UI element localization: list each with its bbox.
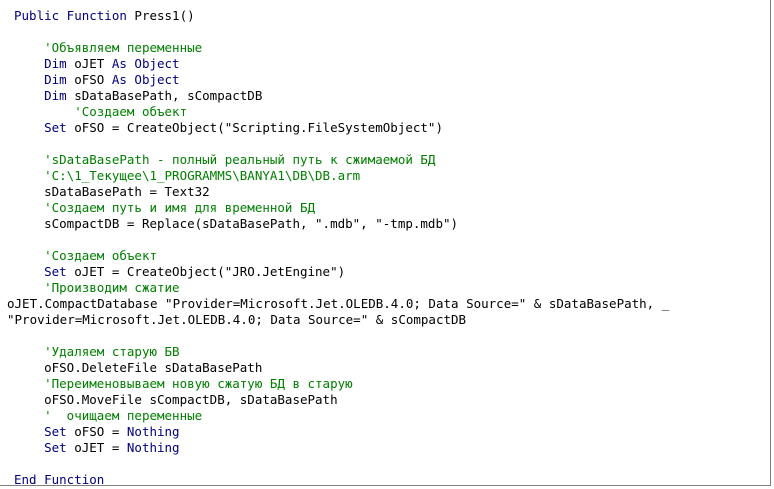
code-text: oJET = — [66, 440, 127, 455]
code-line: 'Создаем объект — [14, 104, 669, 120]
code-line: Set oJET = CreateObject("JRO.JetEngine") — [14, 264, 669, 280]
code-line: Set oFSO = Nothing — [14, 424, 669, 440]
code-keyword: Set — [44, 440, 67, 455]
code-keyword: Set — [44, 120, 67, 135]
code-line: Set oJET = Nothing — [14, 440, 669, 456]
code-text: oFSO — [66, 72, 112, 87]
code-line: ' очищаем переменные — [14, 408, 669, 424]
code-keyword: Nothing — [126, 440, 180, 455]
code-line: 'Создаем объект — [14, 248, 669, 264]
code-text: "Provider=Microsoft.Jet.OLEDB.4.0; Data … — [7, 312, 467, 327]
code-comment: ' очищаем переменные — [44, 408, 203, 423]
code-text: sCompactDB = Replace(sDataBasePath, ".md… — [44, 216, 459, 231]
code-keyword: End Function — [14, 472, 105, 486]
code-text: sDataBasePath, sCompactDB — [66, 88, 263, 103]
code-keyword: Set — [44, 264, 67, 279]
code-line: 'Объявляем переменные — [14, 40, 669, 56]
code-keyword: As Object — [111, 72, 180, 87]
code-keyword: Dim — [44, 88, 67, 103]
code-line: sCompactDB = Replace(sDataBasePath, ".md… — [14, 216, 669, 232]
code-keyword: Set — [44, 424, 67, 439]
code-text: oFSO = CreateObject("Scripting.FileSyste… — [66, 120, 443, 135]
code-line: oJET.CompactDatabase "Provider=Microsoft… — [7, 296, 669, 312]
code-text: oFSO = — [66, 424, 127, 439]
code-text: oJET — [66, 56, 112, 71]
code-editor[interactable]: Public Function Press1() 'Объявляем пере… — [0, 0, 771, 486]
code-keyword: Public Function — [14, 8, 127, 23]
code-text: oJET.CompactDatabase "Provider=Microsoft… — [7, 296, 670, 311]
code-text-area[interactable]: Public Function Press1() 'Объявляем пере… — [7, 8, 669, 486]
code-line: "Provider=Microsoft.Jet.OLEDB.4.0; Data … — [7, 312, 669, 328]
code-line: 'C:\1_Текущее\1_PROGRAMMS\BANYA1\DB\DB.a… — [14, 168, 669, 184]
code-comment: 'C:\1_Текущее\1_PROGRAMMS\BANYA1\DB\DB.a… — [44, 168, 361, 183]
code-line: sDataBasePath = Text32 — [14, 184, 669, 200]
code-text: Press1() — [126, 8, 195, 23]
code-line: 'Производим сжатие — [14, 280, 669, 296]
code-line: Dim oFSO As Object — [14, 72, 669, 88]
code-line: Public Function Press1() — [14, 8, 669, 24]
code-comment: 'sDataBasePath - полный реальный путь к … — [44, 152, 436, 167]
code-line: Dim sDataBasePath, sCompactDB — [14, 88, 669, 104]
code-line: 'Удаляем старую БВ — [14, 344, 669, 360]
code-comment: 'Создаем объект — [44, 248, 157, 263]
code-keyword: Dim — [44, 56, 67, 71]
code-text: oJET = CreateObject("JRO.JetEngine") — [66, 264, 346, 279]
code-line: oFSO.DeleteFile sDataBasePath — [14, 360, 669, 376]
code-text: oFSO.DeleteFile sDataBasePath — [44, 360, 263, 375]
code-comment: 'Переименовываем новую сжатую БД в стару… — [44, 376, 353, 391]
code-line: End Function — [14, 472, 669, 486]
code-text: sDataBasePath = Text32 — [44, 184, 210, 199]
code-line: oFSO.MoveFile sCompactDB, sDataBasePath — [14, 392, 669, 408]
code-comment: 'Производим сжатие — [44, 280, 180, 295]
code-line: Dim oJET As Object — [14, 56, 669, 72]
code-comment: 'Удаляем старую БВ — [44, 344, 180, 359]
code-comment: 'Создаем путь и имя для временной БД — [44, 200, 316, 215]
code-line: 'Создаем путь и имя для временной БД — [14, 200, 669, 216]
code-keyword: Dim — [44, 72, 67, 87]
code-keyword: As Object — [111, 56, 180, 71]
code-keyword: Nothing — [126, 424, 180, 439]
code-comment: 'Создаем объект — [74, 104, 188, 119]
code-line: 'Переименовываем новую сжатую БД в стару… — [14, 376, 669, 392]
code-line: 'sDataBasePath - полный реальный путь к … — [14, 152, 669, 168]
code-line: Set oFSO = CreateObject("Scripting.FileS… — [14, 120, 669, 136]
code-text: oFSO.MoveFile sCompactDB, sDataBasePath — [44, 392, 338, 407]
code-comment: 'Объявляем переменные — [44, 40, 203, 55]
